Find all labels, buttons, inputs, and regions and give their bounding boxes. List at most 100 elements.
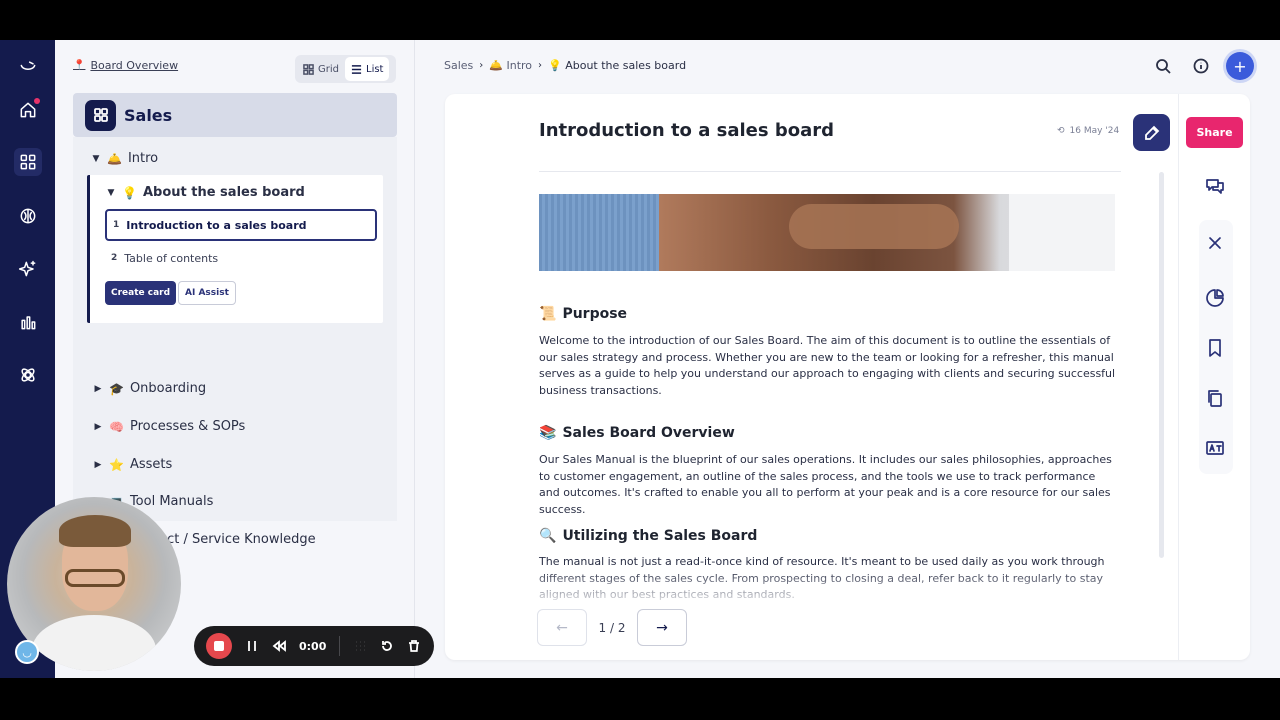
next-page-button[interactable]: → (637, 609, 687, 646)
restart-icon (382, 641, 393, 651)
translate-icon[interactable] (1197, 430, 1233, 466)
last-updated: ⟲ 16 May '24 (1057, 126, 1119, 136)
integrations-icon[interactable] (14, 361, 42, 389)
chevron-down-icon: ▼ (107, 187, 115, 198)
pie-chart-icon[interactable] (1197, 280, 1233, 316)
page-number: 1 (113, 220, 120, 230)
section-emoji: 🧠 (109, 419, 124, 434)
books-emoji: 📚 (539, 425, 557, 441)
view-toggle: Grid List (295, 55, 396, 83)
widget-logo-icon[interactable]: ◡ (15, 640, 39, 664)
tree-item-processes[interactable]: ▶ 🧠 Processes & SOPs (93, 419, 246, 434)
view-grid-label: Grid (318, 63, 339, 75)
chevron-right-icon: › (538, 60, 543, 71)
delete-recording-button[interactable] (407, 639, 421, 653)
prev-page-button[interactable]: ← (537, 609, 587, 646)
tree-item-label: Onboarding (129, 381, 207, 396)
section-heading-purpose: 📜 Purpose (539, 306, 627, 322)
page-counter: 1 / 2 (598, 620, 626, 635)
section-heading-text: Sales Board Overview (562, 425, 735, 441)
rewind-icon (272, 640, 286, 652)
recording-controls: 0:00 (194, 626, 434, 666)
section-emoji: 🎓 (109, 381, 124, 396)
breadcrumb-item-about[interactable]: 💡 About the sales board (548, 59, 686, 72)
pin-icon: 📍 (73, 60, 86, 71)
scroll-emoji: 📜 (539, 306, 557, 322)
tree-item-onboarding[interactable]: ▶ 🎓 Onboarding (93, 381, 207, 396)
bulb-emoji: 💡 (122, 185, 137, 200)
analytics-icon[interactable] (14, 308, 42, 336)
section-body-overview: Our Sales Manual is the blueprint of our… (539, 453, 1112, 516)
divider (539, 171, 1121, 172)
list-icon (351, 64, 362, 74)
breadcrumb-item-intro[interactable]: 🛎️ Intro (489, 59, 532, 72)
boards-icon[interactable] (14, 148, 42, 176)
search-icon[interactable] (1150, 53, 1176, 79)
breadcrumb: Sales › 🛎️ Intro › 💡 About the sales boa… (444, 59, 686, 72)
tree-item-about[interactable]: ▼ 💡 About the sales board (106, 185, 305, 200)
section-emoji: ⭐ (109, 457, 124, 472)
page-label: Table of contents (124, 251, 219, 265)
chevron-right-icon: ▶ (94, 459, 102, 470)
brain-icon[interactable] (14, 202, 42, 230)
page-item-introduction[interactable]: 1 Introduction to a sales board (105, 209, 377, 241)
handshake-image (539, 194, 1115, 271)
breadcrumb-item-sales[interactable]: Sales (444, 59, 473, 72)
recording-time: 0:00 (299, 639, 327, 653)
scrollbar[interactable] (1159, 172, 1164, 558)
logo-icon[interactable] (14, 54, 42, 82)
sparkle-icon[interactable] (14, 255, 42, 283)
stop-recording-button[interactable] (206, 633, 232, 659)
magnifier-emoji: 🔍 (539, 528, 557, 544)
chevron-right-icon: ▶ (94, 421, 102, 432)
page-item-table-of-contents[interactable]: 2 Table of contents (105, 242, 377, 274)
chevron-right-icon: › (479, 60, 484, 71)
info-icon[interactable] (1188, 53, 1214, 79)
home-icon[interactable] (14, 96, 42, 124)
board-title: Sales (124, 105, 173, 125)
tree-item-label: Intro (127, 151, 159, 166)
top-actions: + (1150, 52, 1254, 80)
chevron-right-icon: ▶ (94, 383, 102, 394)
history-icon[interactable]: ⟲ (1057, 126, 1065, 136)
page-number: 2 (111, 253, 118, 263)
app-window: 📍 Board Overview Grid List Sales ▼ 🛎️ In… (0, 40, 1280, 678)
edit-button[interactable] (1133, 114, 1170, 151)
section-body-purpose: Welcome to the introduction of our Sales… (539, 334, 1116, 397)
stop-icon (214, 641, 224, 651)
board-header[interactable]: Sales (73, 93, 397, 137)
pause-button[interactable] (245, 639, 259, 653)
view-list-option[interactable]: List (345, 57, 390, 81)
tree-item-intro[interactable]: ▼ 🛎️ Intro (91, 151, 159, 166)
close-icon[interactable] (1197, 225, 1233, 261)
section-heading-overview: 📚 Sales Board Overview (539, 425, 735, 441)
create-card-button[interactable]: Create card (105, 281, 177, 305)
section-heading-text: Utilizing the Sales Board (562, 528, 758, 544)
plus-icon: + (1233, 56, 1247, 76)
pagination: ← 1 / 2 → (537, 609, 687, 646)
subsection-card: ▼ 💡 About the sales board 1 Introduction… (87, 175, 383, 323)
view-list-label: List (366, 63, 384, 75)
grid-toggle-button[interactable] (353, 639, 367, 653)
dots-grid-icon (356, 641, 365, 651)
board-overview-link[interactable]: 📍 Board Overview (73, 59, 178, 72)
document-card: Introduction to a sales board ⟲ 16 May '… (445, 94, 1250, 660)
rewind-button[interactable] (272, 639, 286, 653)
trash-icon (409, 640, 420, 652)
bookmark-icon[interactable] (1197, 330, 1233, 366)
tree-item-assets[interactable]: ▶ ⭐ Assets (93, 457, 173, 472)
ai-assist-button[interactable]: AI Assist (178, 281, 236, 305)
chevron-down-icon: ▼ (92, 153, 100, 164)
divider (339, 636, 341, 656)
view-grid-option[interactable]: Grid (297, 57, 345, 81)
copy-icon[interactable] (1197, 380, 1233, 416)
board-icon (85, 99, 116, 131)
page-title: Introduction to a sales board (539, 120, 834, 141)
add-button[interactable]: + (1226, 52, 1254, 80)
comments-icon[interactable] (1197, 168, 1233, 204)
restart-button[interactable] (380, 639, 394, 653)
tree-item-label: About the sales board (142, 185, 305, 200)
tree-item-label: Tool Manuals (129, 494, 214, 509)
tree-item-label: Processes & SOPs (129, 419, 246, 434)
page-label: Introduction to a sales board (126, 218, 307, 232)
